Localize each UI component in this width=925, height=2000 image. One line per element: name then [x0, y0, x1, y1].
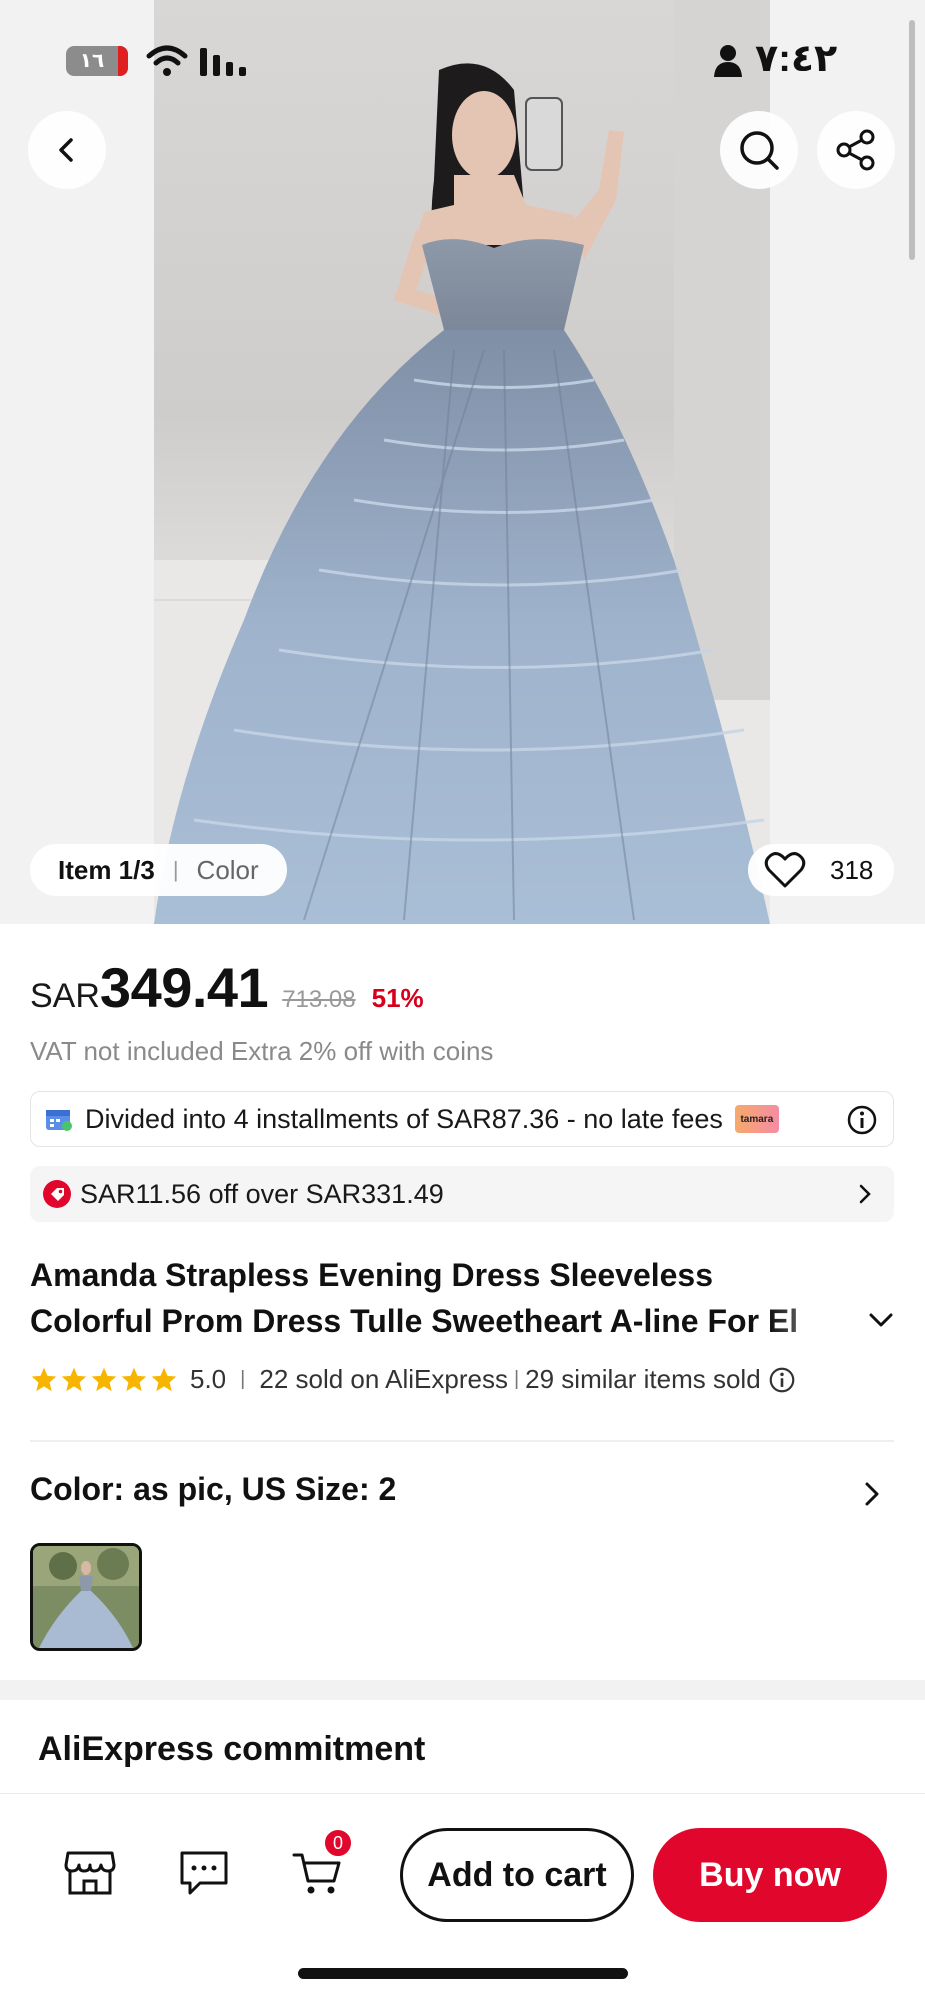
section-divider [0, 1680, 925, 1700]
commitment-title: AliExpress commitment [38, 1730, 426, 1768]
vat-note: VAT not included Extra 2% off with coins [30, 1036, 494, 1066]
battery-icon: ١٦ [66, 46, 128, 76]
star-icon [121, 1367, 147, 1391]
wifi-icon [146, 45, 188, 76]
discount-badge: 51% [371, 983, 424, 1013]
chat-icon[interactable] [178, 1849, 230, 1897]
rating-row[interactable]: 5.0 | 22 sold on AliExpress | 29 similar… [30, 1364, 795, 1395]
calendar-icon [46, 1110, 72, 1131]
chevron-left-icon [59, 138, 73, 162]
price-row: SAR 349.41 713.08 51% [30, 955, 424, 1020]
star-rating [30, 1366, 178, 1394]
separator: | [240, 1368, 246, 1390]
price-currency: SAR [30, 977, 100, 1015]
rating-value: 5.0 [190, 1364, 227, 1394]
separator: | [172, 857, 179, 882]
heart-icon [764, 852, 806, 888]
home-indicator [298, 1968, 628, 1979]
variant-selection[interactable]: Color: as pic, US Size: 2 [30, 1471, 396, 1508]
chevron-down-icon[interactable] [868, 1310, 894, 1330]
person-icon [714, 45, 742, 77]
separator: | [513, 1368, 520, 1390]
cart-count-badge: 0 [323, 1828, 353, 1858]
status-time: ٧:٤٢ [755, 38, 838, 80]
item-counter: Item 1/3 [58, 854, 155, 885]
search-button[interactable] [720, 111, 798, 189]
buy-now-button[interactable]: Buy now [653, 1828, 887, 1922]
variant-thumbnail[interactable] [30, 1543, 142, 1651]
add-to-cart-button[interactable]: Add to cart [400, 1828, 634, 1922]
store-icon[interactable] [64, 1849, 116, 1897]
chevron-right-icon[interactable] [862, 1480, 882, 1508]
battery-level: ١٦ [79, 50, 105, 72]
product-title-line-2: Colorful Prom Dress Tulle Sweetheart A-l… [30, 1303, 799, 1339]
star-icon [151, 1367, 177, 1391]
similar-sold-count: 29 similar items sold [525, 1364, 761, 1394]
current-price: 349.41 [99, 956, 269, 1019]
gallery-counter-pill[interactable]: Item 1/3 | Color [30, 844, 287, 896]
star-icon [31, 1367, 57, 1391]
product-title[interactable]: Amanda Strapless Evening Dress Sleeveles… [30, 1252, 880, 1344]
tamara-logo: tamara [734, 1105, 779, 1133]
original-price: 713.08 [282, 986, 356, 1013]
signal-icon [200, 48, 246, 76]
star-icon [61, 1367, 87, 1391]
status-bar: ١٦ ٧:٤٢ [0, 0, 925, 120]
product-title-line-1: Amanda Strapless Evening Dress Sleeveles… [30, 1257, 714, 1293]
coupon-tag-icon [43, 1180, 71, 1208]
divider [30, 1440, 894, 1442]
sold-count: 22 sold on AliExpress [259, 1364, 508, 1394]
share-icon [836, 129, 875, 171]
coupon-text: SAR11.56 off over SAR331.49 [80, 1178, 444, 1209]
back-button[interactable] [28, 111, 106, 189]
star-icon [91, 1367, 117, 1391]
product-photo[interactable] [154, 0, 770, 924]
installments-text: Divided into 4 installments of SAR87.36 … [85, 1103, 723, 1134]
gallery-variant-label: Color [196, 854, 259, 885]
info-icon[interactable] [769, 1367, 795, 1393]
installments-banner[interactable]: Divided into 4 installments of SAR87.36 … [30, 1091, 894, 1147]
coupon-banner[interactable]: SAR11.56 off over SAR331.49 [30, 1166, 894, 1222]
share-button[interactable] [817, 111, 895, 189]
likes-count: 318 [830, 854, 874, 885]
info-icon[interactable] [847, 1105, 877, 1135]
wishlist-button[interactable]: 318 [748, 844, 894, 896]
product-gallery[interactable]: ١٦ ٧:٤٢ Item 1/3 | Color 318 [0, 0, 925, 924]
search-icon [740, 131, 779, 170]
chevron-right-icon [859, 1184, 871, 1204]
